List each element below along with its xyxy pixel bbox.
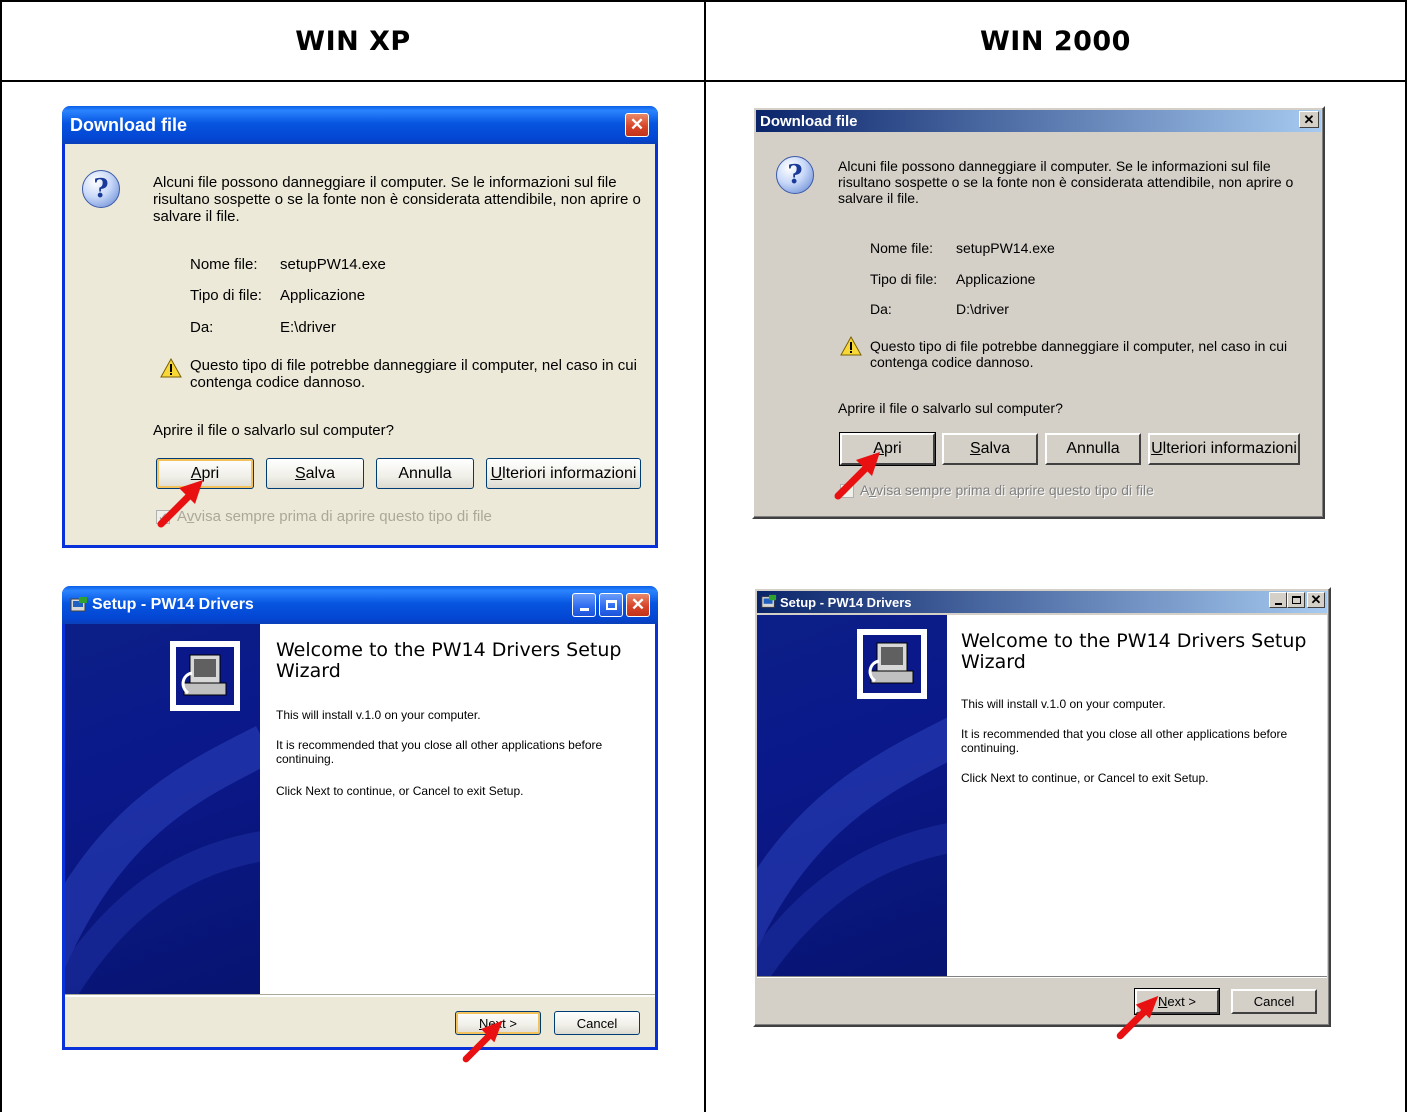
wizard-line-2: It is recommended that you close all oth… — [276, 738, 603, 766]
file-type-value: Applicazione — [956, 271, 1036, 287]
more-info-button[interactable]: Ulteriori informazioni — [1148, 433, 1300, 465]
file-name-label: Nome file: — [870, 240, 934, 256]
download-message: Alcuni file possono danneggiare il compu… — [838, 158, 1294, 206]
open-button[interactable]: Apri — [839, 432, 936, 466]
xp-setup-wizard: Setup - PW14 Drivers ✕ Welcome to the PW… — [62, 586, 658, 1063]
always-ask-checkbox[interactable]: ✓ — [840, 484, 854, 498]
file-name-label: Nome file: — [190, 256, 258, 273]
download-warning: Questo tipo di file potrebbe danneggiare… — [190, 357, 637, 391]
always-ask-label: Avvisa sempre prima di aprire questo tip… — [177, 508, 492, 525]
maximize-icon[interactable] — [1287, 592, 1305, 608]
w2k-setup-wizard: Setup - PW14 Drivers ✕ Welcome to the PW… — [753, 587, 1331, 1040]
wizard-content: Welcome to the PW14 Drivers Setup Wizard… — [260, 624, 655, 994]
file-from-value: E:\driver — [280, 319, 336, 336]
file-type-label: Tipo di file: — [190, 287, 262, 304]
more-info-button[interactable]: Ulteriori informazioni — [486, 458, 641, 489]
xp-download-title: Download file — [70, 114, 187, 135]
close-icon[interactable]: ✕ — [1307, 592, 1325, 608]
file-name-value: setupPW14.exe — [280, 256, 386, 273]
save-button[interactable]: Salva — [266, 458, 364, 489]
download-message: Alcuni file possono danneggiare il compu… — [153, 174, 641, 225]
setup-icon — [170, 641, 240, 711]
wizard-heading: Welcome to the PW14 Drivers Setup Wizard — [276, 639, 622, 682]
save-button[interactable]: Salva — [942, 433, 1038, 465]
always-ask-label: Avvisa sempre prima di aprire questo tip… — [860, 482, 1154, 498]
always-ask-checkbox[interactable]: ✓ — [156, 510, 170, 524]
cancel-button[interactable]: Annulla — [1045, 433, 1141, 465]
xp-download-dialog: Download file ✕ ? Alcuni file possono da… — [62, 106, 658, 548]
open-button[interactable]: Apri — [156, 458, 254, 489]
wizard-divider — [65, 994, 655, 997]
close-icon[interactable]: ✕ — [625, 113, 649, 137]
close-icon[interactable]: ✕ — [626, 593, 650, 617]
wizard-line-1: This will install v.1.0 on your computer… — [961, 697, 1166, 711]
table-left-border — [0, 0, 2, 1112]
w2k-wizard-titlebar[interactable]: Setup - PW14 Drivers — [757, 591, 1327, 613]
w2k-download-titlebar[interactable]: Download file — [756, 110, 1321, 132]
cancel-button[interactable]: Annulla — [376, 458, 474, 489]
column-header-2000: WIN 2000 — [980, 25, 1131, 57]
xp-wizard-title: Setup - PW14 Drivers — [92, 596, 254, 613]
file-from-value: D:\driver — [956, 301, 1009, 317]
wizard-heading: Welcome to the PW14 Drivers Setup Wizard — [961, 630, 1307, 673]
wizard-side-banner — [757, 615, 947, 976]
file-name-value: setupPW14.exe — [956, 240, 1055, 256]
download-warning: Questo tipo di file potrebbe danneggiare… — [870, 338, 1288, 370]
download-question: Aprire il file o salvarlo sul computer? — [153, 422, 394, 439]
w2k-download-title: Download file — [760, 112, 858, 130]
wizard-divider — [757, 976, 1327, 978]
xp-download-titlebar[interactable]: Download file — [62, 106, 658, 144]
maximize-icon[interactable] — [599, 593, 623, 617]
minimize-icon[interactable] — [1269, 592, 1287, 608]
question-icon: ? — [776, 156, 814, 194]
setup-icon — [70, 597, 87, 612]
close-icon[interactable]: ✕ — [1299, 111, 1319, 128]
next-button[interactable]: Next > — [1134, 988, 1220, 1015]
warning-icon — [840, 336, 862, 356]
wizard-line-3: Click Next to continue, or Cancel to exi… — [961, 771, 1209, 785]
minimize-icon[interactable] — [572, 593, 596, 617]
xp-wizard-titlebar[interactable]: Setup - PW14 Drivers — [62, 586, 658, 624]
w2k-download-dialog: Download file ✕ ? Alcuni file possono da… — [752, 106, 1325, 519]
column-header-xp: WIN XP — [295, 25, 411, 57]
question-icon: ? — [82, 170, 120, 208]
file-from-label: Da: — [190, 319, 214, 336]
file-type-label: Tipo di file: — [870, 271, 938, 287]
wizard-line-1: This will install v.1.0 on your computer… — [276, 708, 481, 722]
warning-icon — [160, 358, 182, 378]
next-button[interactable]: Next > — [455, 1011, 541, 1035]
file-type-value: Applicazione — [280, 287, 366, 304]
w2k-wizard-title: Setup - PW14 Drivers — [780, 594, 912, 610]
cancel-button[interactable]: Cancel — [554, 1011, 640, 1035]
wizard-line-2: It is recommended that you close all oth… — [961, 727, 1288, 755]
wizard-side-banner — [65, 624, 260, 994]
file-from-label: Da: — [870, 301, 892, 317]
wizard-line-3: Click Next to continue, or Cancel to exi… — [276, 784, 524, 798]
setup-icon — [857, 629, 927, 699]
setup-icon — [761, 594, 777, 608]
table-middle-divider — [704, 0, 706, 1112]
cancel-button[interactable]: Cancel — [1231, 989, 1317, 1014]
wizard-content: Welcome to the PW14 Drivers Setup Wizard… — [947, 615, 1327, 976]
download-question: Aprire il file o salvarlo sul computer? — [838, 400, 1063, 416]
